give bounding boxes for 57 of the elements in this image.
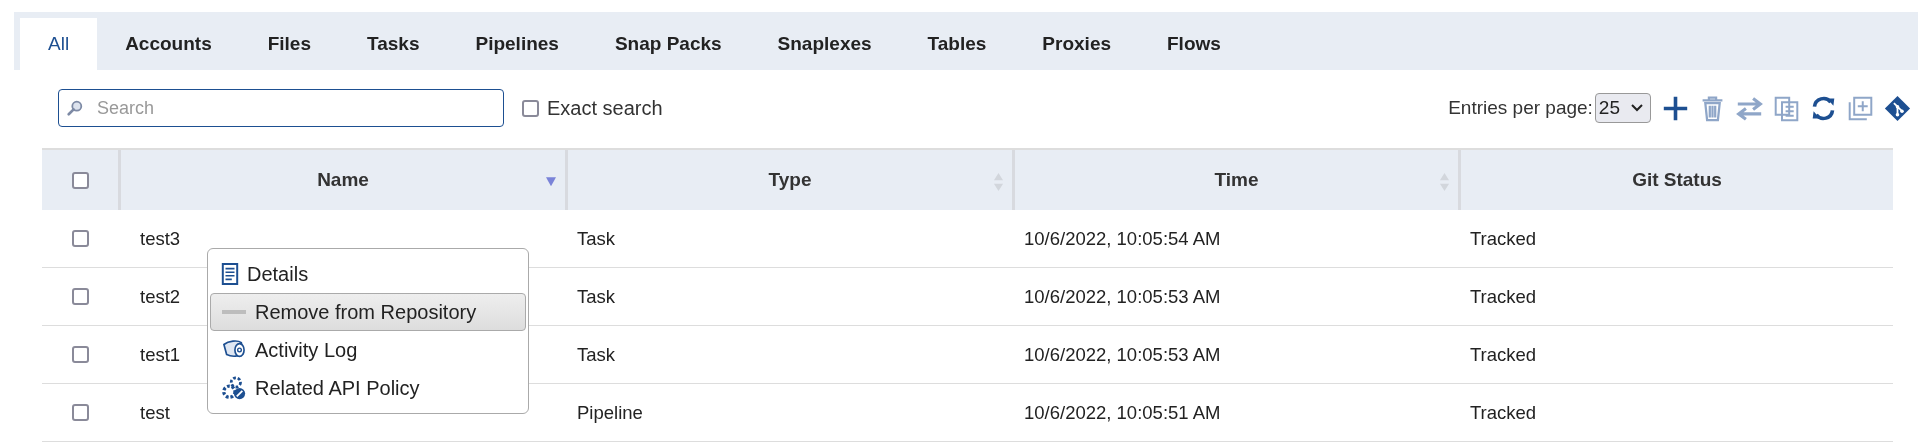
table-cell: Tracked <box>1470 343 1537 366</box>
add-icon[interactable] <box>1662 94 1689 122</box>
search-icon <box>66 99 84 117</box>
copy-icon[interactable] <box>1773 94 1800 122</box>
row-checkbox[interactable] <box>71 288 89 305</box>
table-cell: Task <box>577 227 616 250</box>
tab[interactable]: All <box>20 18 98 70</box>
menu-item[interactable]: Details <box>210 255 526 293</box>
entries-per-page-label: Entries per page: <box>1448 97 1593 119</box>
search-field[interactable]: Search <box>58 89 504 127</box>
tab[interactable]: Snap Packs <box>586 18 750 70</box>
column-header[interactable]: Time <box>1012 150 1458 210</box>
column-header[interactable]: Git Status <box>1458 150 1893 210</box>
tab[interactable]: Pipelines <box>447 18 587 70</box>
column-header[interactable]: Type <box>565 150 1012 210</box>
menu-item[interactable]: Activity Log <box>210 331 526 369</box>
table-cell: Tracked <box>1470 227 1537 250</box>
column-header[interactable]: Name <box>118 150 565 210</box>
menu-item[interactable]: Related API Policy <box>210 369 526 407</box>
table-cell: Tracked <box>1470 285 1537 308</box>
table-cell: Pipeline <box>577 401 643 424</box>
sort-icon <box>1439 172 1450 192</box>
tab[interactable]: Snaplexes <box>749 18 900 70</box>
exact-search-label: Exact search <box>547 96 663 120</box>
tab[interactable]: Proxies <box>1014 18 1139 70</box>
git-icon[interactable] <box>1884 94 1911 122</box>
select-all-checkbox[interactable] <box>71 171 89 189</box>
caret-icon <box>1630 103 1644 113</box>
table-cell: test <box>140 401 170 424</box>
table-cell: Tracked <box>1470 401 1537 424</box>
table-cell: 10/6/2022, 10:05:53 AM <box>1024 343 1221 366</box>
document-icon <box>221 262 239 286</box>
tab[interactable]: Flows <box>1139 18 1249 70</box>
table-cell: 10/6/2022, 10:05:53 AM <box>1024 285 1221 308</box>
minus-icon <box>221 308 247 316</box>
table-cell: Task <box>577 343 616 366</box>
exact-search-checkbox[interactable] <box>522 99 539 117</box>
table-cell: test1 <box>140 343 181 366</box>
table-cell: test3 <box>140 227 181 250</box>
refresh-icon[interactable] <box>1810 94 1837 122</box>
sort-descending-icon <box>545 175 557 188</box>
table-cell: 10/6/2022, 10:05:51 AM <box>1024 401 1221 424</box>
table-cell: test2 <box>140 285 181 308</box>
tab[interactable]: Tables <box>899 18 1015 70</box>
entries-per-page-select[interactable]: 25 <box>1594 93 1651 123</box>
table-cell: Task <box>577 285 616 308</box>
sort-icon <box>993 172 1004 192</box>
row-checkbox[interactable] <box>71 230 89 247</box>
table-cell: 10/6/2022, 10:05:54 AM <box>1024 227 1221 250</box>
row-checkbox[interactable] <box>71 346 89 363</box>
tab[interactable]: Accounts <box>97 18 240 70</box>
add-copy-icon[interactable] <box>1847 94 1874 122</box>
tab[interactable]: Files <box>239 18 339 70</box>
tab[interactable]: Tasks <box>339 18 448 70</box>
menu-item[interactable]: Remove from Repository <box>210 293 526 331</box>
row-checkbox[interactable] <box>71 404 89 421</box>
gears-icon <box>221 375 247 401</box>
